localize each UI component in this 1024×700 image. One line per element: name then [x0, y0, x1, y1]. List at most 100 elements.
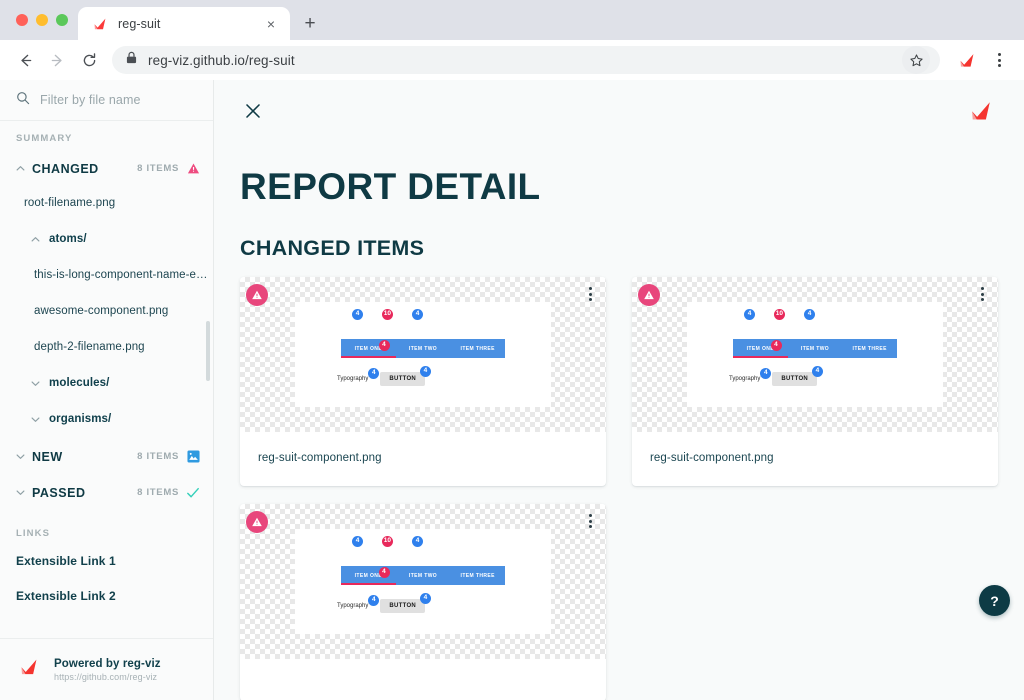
address-bar[interactable]: reg-viz.github.io/reg-suit	[112, 46, 940, 74]
sidebar-links-block: LINKS Extensible Link 1 Extensible Link …	[0, 516, 213, 606]
count-badge: 4	[412, 309, 423, 320]
links-label: LINKS	[16, 528, 50, 539]
filter-row	[0, 80, 213, 121]
sidebar-group-passed[interactable]: PASSED 8 ITEMS	[0, 480, 213, 505]
search-input[interactable]	[40, 93, 197, 107]
sidebar-scrollbar-thumb[interactable]	[206, 321, 210, 381]
window-controls	[12, 0, 78, 40]
close-icon[interactable]	[240, 98, 266, 124]
window-maximize-button[interactable]	[56, 14, 68, 26]
sidebar-dir-label: atoms/	[49, 233, 87, 245]
url-text: reg-viz.github.io/reg-suit	[148, 52, 295, 68]
count-badge: 4	[378, 566, 390, 578]
sidebar-dir-label: molecules/	[49, 377, 110, 389]
sidebar-file-item[interactable]: awesome-component.png	[34, 300, 213, 322]
reg-viz-check-icon	[964, 98, 998, 124]
footer-url: https://github.com/reg-viz	[54, 671, 158, 682]
count-badge: 10	[381, 309, 393, 320]
envelope-icon: 10	[763, 309, 785, 326]
count-badge: 4	[420, 593, 432, 604]
mock-button: BUTTON 4	[380, 366, 432, 386]
card-thumbnail[interactable]: 4 10 4 ITEM ONE 4 ITEM TWO ITEM THREE Ty…	[240, 277, 606, 432]
sidebar-footer[interactable]: Powered by reg-viz https://github.com/re…	[0, 638, 213, 700]
mock-tab: ITEM THREE	[460, 572, 495, 579]
close-icon[interactable]: ×	[262, 15, 280, 33]
envelope-icon: 10	[371, 536, 393, 553]
back-button[interactable]	[10, 45, 40, 75]
cards-grid: 4 10 4 ITEM ONE 4 ITEM TWO ITEM THREE Ty…	[240, 277, 998, 700]
tab-title: reg-suit	[118, 16, 161, 31]
card-menu-button[interactable]	[977, 283, 988, 305]
browser-tab[interactable]: reg-suit ×	[78, 7, 290, 40]
mock-button: BUTTON 4	[380, 593, 432, 613]
mock-button: BUTTON 4	[772, 366, 824, 386]
sidebar-dir-molecules[interactable]: molecules/	[28, 372, 213, 394]
count-badge: 4	[368, 368, 380, 379]
browser-window: reg-suit × + reg-viz.github.io/reg-suit …	[0, 0, 1024, 700]
sidebar-group-count: 8 ITEMS	[137, 451, 179, 462]
status-badge	[246, 284, 268, 306]
envelope-icon: 4	[341, 309, 363, 326]
new-tab-button[interactable]: +	[296, 9, 324, 37]
card-filename: reg-suit-component.png	[650, 452, 774, 464]
tab-strip: reg-suit × +	[0, 0, 1024, 40]
screenshot-mock: 4 10 4 ITEM ONE 4 ITEM TWO ITEM THREE Ty…	[295, 529, 551, 634]
card-thumbnail[interactable]: 4 10 4 ITEM ONE 4 ITEM TWO ITEM THREE Ty…	[240, 504, 606, 659]
reload-button[interactable]	[74, 45, 104, 75]
card-menu-button[interactable]	[585, 510, 596, 532]
forward-button[interactable]	[42, 45, 72, 75]
envelope-icon: 4	[401, 536, 423, 553]
envelope-icon: 4	[401, 309, 423, 326]
mock-tab: ITEM ONE 4	[341, 339, 396, 358]
mock-icon-row: 4 10 4	[687, 309, 943, 326]
mock-tab: ITEM TWO	[408, 345, 438, 352]
card-thumbnail[interactable]: 4 10 4 ITEM ONE 4 ITEM TWO ITEM THREE Ty…	[632, 277, 998, 432]
report-card[interactable]: 4 10 4 ITEM ONE 4 ITEM TWO ITEM THREE Ty…	[240, 504, 606, 700]
reg-viz-check-icon	[16, 656, 42, 683]
sidebar-link-1[interactable]: Extensible Link 1	[0, 551, 213, 571]
sidebar-dir-atoms[interactable]: atoms/	[28, 228, 213, 250]
window-minimize-button[interactable]	[36, 14, 48, 26]
report-card[interactable]: 4 10 4 ITEM ONE 4 ITEM TWO ITEM THREE Ty…	[632, 277, 998, 486]
report-card[interactable]: 4 10 4 ITEM ONE 4 ITEM TWO ITEM THREE Ty…	[240, 277, 606, 486]
help-button[interactable]: ?	[979, 585, 1010, 616]
count-badge: 4	[420, 366, 432, 377]
sidebar-dir-organisms[interactable]: organisms/	[28, 408, 213, 430]
mock-typography-label: Typography 4	[729, 368, 772, 382]
reg-viz-extension-icon[interactable]	[954, 49, 980, 71]
mock-icon-row: 4 10 4	[295, 309, 551, 326]
browser-menu-icon[interactable]	[986, 46, 1012, 74]
footer-title: Powered by reg-viz	[54, 657, 161, 670]
sidebar-file-item[interactable]: root-filename.png	[24, 192, 213, 214]
sidebar-group-changed[interactable]: CHANGED 8 ITEMS	[0, 156, 213, 181]
sidebar-file-item[interactable]: this-is-long-component-name-e…	[34, 264, 213, 286]
check-icon	[186, 486, 200, 500]
mock-footer-row: Typography 4 BUTTON 4	[337, 593, 551, 613]
search-icon	[16, 91, 30, 110]
count-badge: 4	[770, 339, 782, 351]
mock-icon-row: 4 10 4	[295, 536, 551, 553]
sidebar-group-new[interactable]: NEW 8 ITEMS	[0, 444, 213, 469]
count-badge: 10	[381, 536, 393, 547]
sidebar: SUMMARY CHANGED 8 ITEMS root-filename.pn…	[0, 80, 214, 700]
status-badge	[638, 284, 660, 306]
star-icon[interactable]	[902, 46, 930, 74]
window-close-button[interactable]	[16, 14, 28, 26]
image-icon	[186, 450, 200, 464]
mock-tab-bar: ITEM ONE 4 ITEM TWO ITEM THREE	[733, 339, 897, 358]
sidebar-group-label: PASSED	[32, 485, 86, 500]
count-badge: 4	[744, 309, 755, 320]
card-menu-button[interactable]	[585, 283, 596, 305]
section-title: CHANGED ITEMS	[240, 236, 425, 260]
warning-triangle-icon	[186, 162, 200, 176]
mock-footer-row: Typography 4 BUTTON 4	[337, 366, 551, 386]
sidebar-file-item[interactable]: depth-2-filename.png	[34, 336, 213, 358]
count-badge: 4	[352, 536, 363, 547]
mock-typography-label: Typography 4	[337, 595, 380, 609]
sidebar-group-count: 8 ITEMS	[137, 487, 179, 498]
page-viewport: SUMMARY CHANGED 8 ITEMS root-filename.pn…	[0, 80, 1024, 700]
card-filename: reg-suit-component.png	[258, 452, 382, 464]
mock-typography-label: Typography 4	[337, 368, 380, 382]
envelope-icon: 4	[733, 309, 755, 326]
sidebar-link-2[interactable]: Extensible Link 2	[0, 586, 213, 606]
